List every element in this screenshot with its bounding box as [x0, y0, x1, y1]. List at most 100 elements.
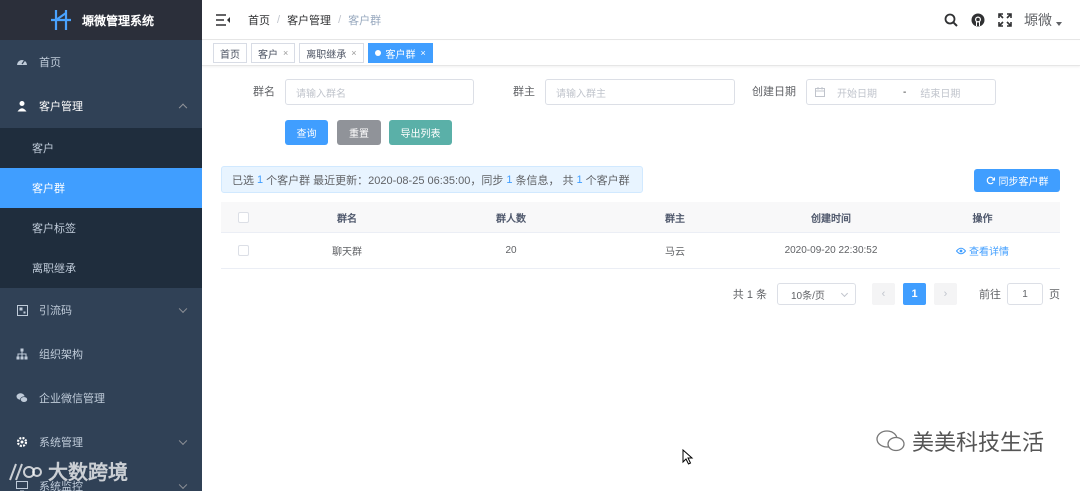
view-details-link[interactable]: 查看详情: [956, 243, 1009, 258]
info-suffix: 个客户群: [585, 174, 630, 187]
info-selected-count: 1: [257, 173, 264, 186]
tag-label: 客户群: [385, 49, 416, 61]
wechat-watermark-icon: [876, 430, 905, 452]
row-select-cell: [221, 245, 265, 256]
active-dot-icon: [374, 50, 381, 56]
wechat-icon: [16, 392, 28, 404]
search-icon[interactable]: [943, 13, 958, 28]
pagination-total: 共 1 条: [732, 289, 767, 301]
goto-label: 前往: [979, 289, 1001, 301]
created-date-label: 创建日期: [752, 86, 796, 98]
sidebar-item-home[interactable]: 首页: [0, 40, 202, 84]
sidebar-item-customer-management[interactable]: 客户管理: [0, 84, 202, 128]
start-date-placeholder[interactable]: 开始日期: [837, 85, 889, 100]
cell-created: 2020-09-20 22:30:52: [784, 245, 878, 256]
tags-view: 首页 客户 × 离职继承 × 客户群 ×: [202, 41, 1080, 66]
breadcrumb-separator: /: [338, 13, 342, 26]
chevron-left-icon: ‹: [881, 288, 886, 300]
sync-groups-button[interactable]: 同步客户群: [974, 169, 1060, 192]
next-page-button[interactable]: ›: [934, 283, 957, 305]
tag-label: 离职继承: [306, 49, 347, 61]
watermark-left-text: 大数跨境: [48, 462, 128, 484]
navbar-right: 塬微: [943, 0, 1062, 40]
chevron-up-icon: [178, 103, 188, 113]
column-header-created: 创建时间: [811, 213, 851, 225]
search-button[interactable]: 查询: [285, 120, 328, 145]
fullscreen-icon[interactable]: [997, 13, 1012, 28]
group-name-label: 群名: [253, 86, 275, 98]
breadcrumb-item[interactable]: 客户管理: [287, 12, 331, 28]
sidebar-item-org[interactable]: 组织架构: [0, 332, 202, 376]
group-owner-label: 群主: [513, 86, 535, 98]
date-separator: -: [903, 86, 907, 98]
user-icon: [16, 100, 28, 112]
sidebar-item-lead-code[interactable]: 引流码: [0, 288, 202, 332]
tag-label: 客户: [258, 49, 278, 61]
breadcrumb: 首页 / 客户管理 / 客户群: [248, 12, 381, 28]
watermark-left: 大数跨境: [8, 456, 128, 485]
sidebar-item-customer-group[interactable]: 客户群: [0, 168, 202, 208]
row-checkbox[interactable]: [237, 245, 249, 256]
prev-page-button[interactable]: ‹: [872, 283, 895, 305]
logo-icon: [50, 10, 71, 30]
end-date-placeholder[interactable]: 结束日期: [920, 85, 972, 100]
pagination: 共 1 条 10条/页 ‹ 1 › 前往 1 页: [733, 283, 1060, 305]
view-details-label: 查看详情: [969, 247, 1009, 258]
chevron-right-icon: ›: [943, 288, 948, 300]
watermark-right-text: 美美科技生活: [911, 430, 1044, 455]
hamburger-icon[interactable]: [216, 13, 230, 26]
sync-button-label: 同步客户群: [998, 177, 1049, 188]
customer-submenu: 客户 客户群 客户标签 离职继承: [0, 128, 202, 288]
breadcrumb-item-current: 客户群: [348, 14, 382, 27]
group-owner-input[interactable]: 请输入群主: [545, 79, 735, 105]
sidebar-item-label: 引流码: [39, 305, 72, 317]
gear-icon: [16, 436, 28, 448]
sidebar-item-wecom[interactable]: 企业微信管理: [0, 376, 202, 420]
group-name-placeholder: 请输入群名: [296, 88, 346, 100]
brand-logo-icon: [9, 463, 42, 480]
tag-resigned-inherit[interactable]: 离职继承 ×: [299, 43, 364, 63]
goto-suffix: 页: [1049, 289, 1060, 301]
info-total-count: 1: [576, 173, 583, 186]
info-mid: 个客户群 最近更新：2020-08-25 06:35:00，同步: [266, 174, 504, 187]
page-size-select[interactable]: 10条/页: [777, 283, 856, 305]
goto-page-input[interactable]: 1: [1007, 283, 1043, 305]
tag-customer[interactable]: 客户 ×: [251, 43, 296, 63]
select-all-checkbox[interactable]: [237, 211, 249, 223]
calendar-icon: [815, 87, 825, 97]
logo[interactable]: 塬微管理系统: [0, 0, 202, 40]
sidebar-item-label: 企业微信管理: [39, 393, 105, 405]
page-size-value: 10条/页: [791, 290, 825, 302]
created-date-range-picker[interactable]: 开始日期 - 结束日期: [806, 79, 996, 105]
sidebar-item-customer-tag[interactable]: 客户标签: [0, 208, 202, 248]
mouse-cursor-icon: [682, 449, 694, 465]
group-name-input[interactable]: 请输入群名: [285, 79, 474, 105]
reset-button[interactable]: 重置: [337, 120, 381, 145]
page-number-current[interactable]: 1: [903, 283, 926, 305]
dashboard-icon: [16, 56, 28, 68]
close-icon[interactable]: ×: [351, 48, 356, 58]
info-synced-count: 1: [506, 173, 513, 186]
sidebar-item-label: 组织架构: [39, 349, 83, 361]
column-header-name: 群名: [337, 213, 357, 225]
tag-home[interactable]: 首页: [213, 43, 247, 63]
user-dropdown[interactable]: 塬微: [1024, 10, 1062, 30]
sidebar-item-resigned-inherit[interactable]: 离职继承: [0, 248, 202, 288]
chevron-down-icon: [178, 436, 188, 446]
search-form: 群名 请输入群名 群主 请输入群主 创建日期 开始日期 - 结束日期: [202, 79, 1080, 105]
caret-down-icon: [1056, 22, 1062, 26]
watermark-right: 美美科技生活: [876, 425, 1044, 457]
close-icon[interactable]: ×: [421, 48, 426, 58]
sidebar-item-label: 首页: [39, 57, 61, 69]
user-name: 塬微: [1024, 12, 1052, 28]
cell-count: 20: [505, 245, 517, 256]
close-icon[interactable]: ×: [283, 48, 288, 58]
selection-info-bar: 已选 1 个客户群 最近更新：2020-08-25 06:35:00，同步 1 …: [221, 166, 643, 193]
column-header-owner: 群主: [665, 213, 685, 225]
breadcrumb-item[interactable]: 首页: [248, 12, 270, 28]
export-list-button[interactable]: 导出列表: [389, 120, 452, 145]
github-icon[interactable]: [970, 13, 985, 28]
sidebar-item-customer[interactable]: 客户: [0, 128, 202, 168]
tag-customer-group[interactable]: 客户群 ×: [367, 43, 433, 63]
sidebar-item-label: 系统管理: [39, 437, 83, 449]
